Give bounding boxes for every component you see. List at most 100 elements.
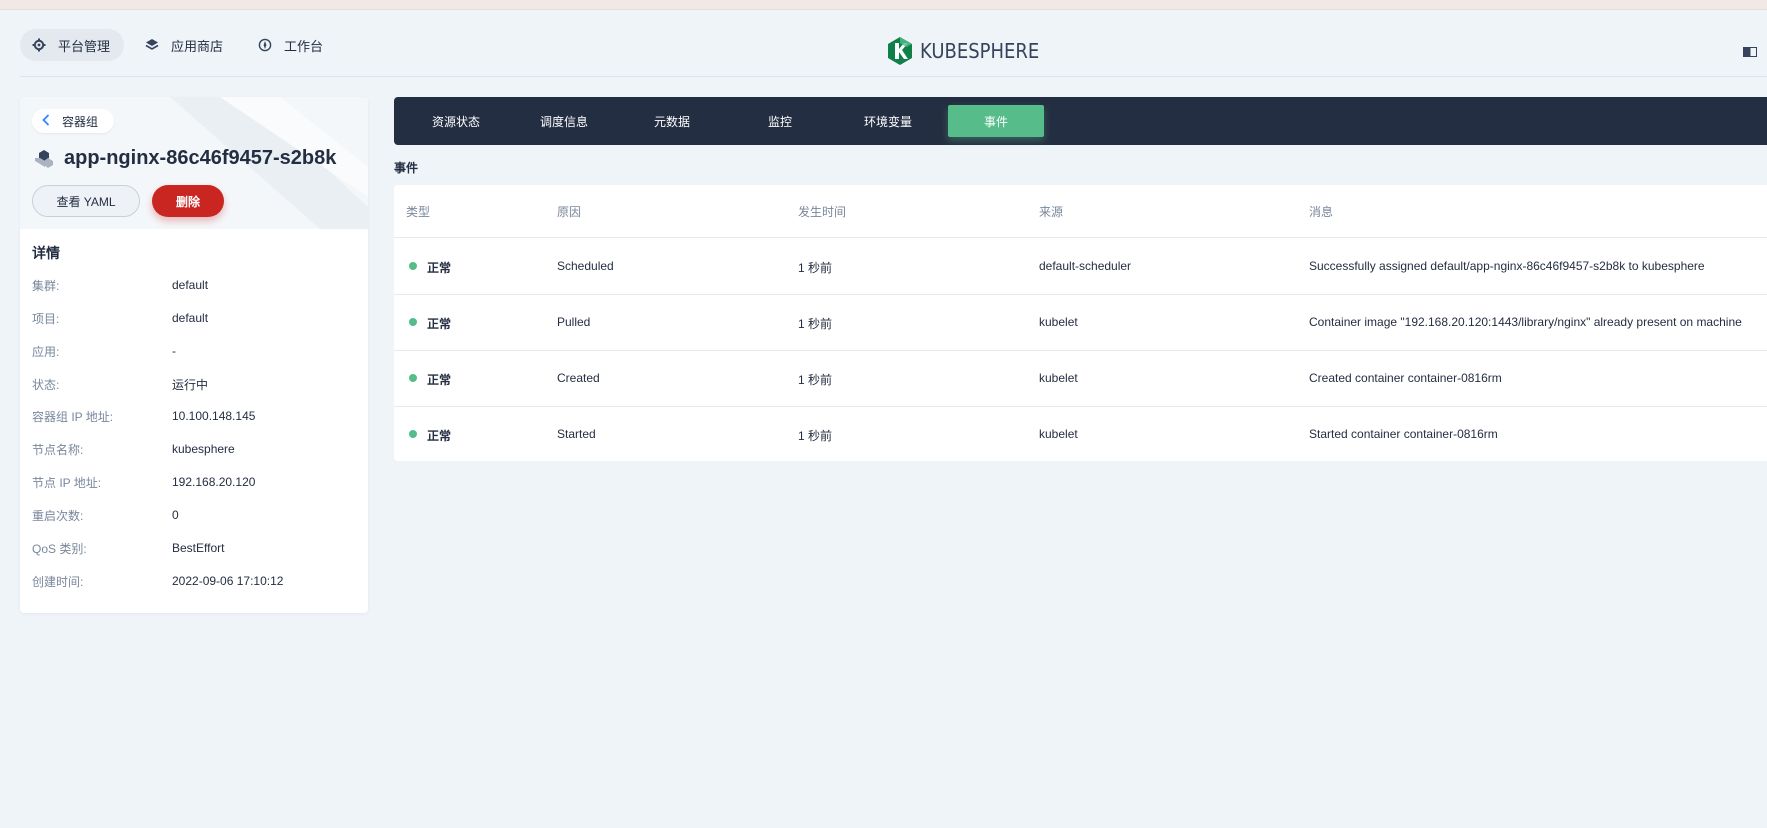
detail-label: 状态: — [32, 377, 60, 392]
table-row: 正常 Pulled 1 秒前 kubelet Container image "… — [394, 294, 1767, 351]
nav-workbench[interactable]: 工作台 — [246, 29, 337, 61]
event-type-label: 正常 — [427, 373, 452, 387]
event-message: Started container container-0816rm — [1309, 427, 1498, 441]
detail-value: 2022-09-06 17:10:12 — [172, 574, 284, 588]
detail-value: 10.100.148.145 — [172, 409, 256, 423]
event-time: 1 秒前 — [798, 429, 833, 443]
chevron-left-icon — [42, 113, 50, 129]
detail-label: 容器组 IP 地址: — [32, 409, 114, 424]
table-row: 正常 Scheduled 1 秒前 default-scheduler Succ… — [394, 238, 1767, 295]
detail-value: 0 — [172, 508, 179, 522]
delete-button[interactable]: 删除 — [152, 185, 224, 217]
pod-header: 容器组 app-nginx-86c46f9457-s2b8k 查看 YAML 删… — [20, 97, 368, 229]
status-dot-icon — [409, 317, 417, 326]
event-reason: Scheduled — [557, 259, 614, 273]
event-message: Container image "192.168.20.120:1443/lib… — [1309, 315, 1742, 329]
detail-label: QoS 类别: — [32, 541, 87, 556]
events-section-title: 事件 — [394, 161, 419, 175]
details-title: 详情 — [32, 245, 60, 261]
nav-workbench-label: 工作台 — [284, 38, 324, 54]
nav-divider — [20, 76, 1767, 77]
event-time: 1 秒前 — [798, 317, 833, 331]
detail-value: default — [172, 278, 209, 292]
nav-platform-management[interactable]: 平台管理 — [20, 29, 125, 61]
status-dot-icon — [409, 429, 417, 438]
detail-label: 节点名称: — [32, 442, 84, 457]
event-source: kubelet — [1039, 427, 1078, 441]
pod-icon — [35, 149, 53, 168]
detail-row-restarts: 重启次数: 0 — [32, 505, 352, 525]
gear-icon — [32, 38, 46, 52]
nav-app-store-label: 应用商店 — [171, 38, 224, 54]
detail-row-cluster: 集群: default — [32, 275, 352, 295]
table-row: 正常 Started 1 秒前 kubelet Started containe… — [394, 406, 1767, 462]
detail-label: 应用: — [32, 344, 60, 359]
back-label: 容器组 — [62, 114, 99, 129]
event-time: 1 秒前 — [798, 373, 833, 387]
detail-value: - — [172, 344, 176, 358]
event-time: 1 秒前 — [798, 261, 833, 275]
event-source: kubelet — [1039, 315, 1078, 329]
event-reason: Created — [557, 371, 600, 385]
event-type: 正常 — [409, 315, 451, 332]
panel-toggle-icon[interactable] — [1743, 44, 1757, 57]
event-type: 正常 — [409, 371, 451, 388]
pod-detail-card: 容器组 app-nginx-86c46f9457-s2b8k 查看 YAML 删… — [20, 97, 368, 613]
detail-value: default — [172, 311, 209, 325]
status-dot-icon — [409, 373, 417, 382]
detail-row-pod-ip: 容器组 IP 地址: 10.100.148.145 — [32, 406, 352, 426]
column-header-source: 来源 — [1039, 205, 1064, 219]
nav-platform-management-label: 平台管理 — [58, 38, 111, 54]
event-type: 正常 — [409, 427, 451, 444]
event-type-label: 正常 — [427, 317, 452, 331]
compass-icon — [258, 38, 272, 52]
column-header-time: 发生时间 — [798, 205, 847, 219]
event-type: 正常 — [409, 259, 451, 276]
kubesphere-logo-icon — [888, 37, 912, 65]
detail-value: BestEffort — [172, 541, 225, 555]
event-type-label: 正常 — [427, 429, 452, 443]
logo-text: KUBESPHERE — [920, 39, 1040, 63]
detail-row-application: 应用: - — [32, 341, 352, 361]
detail-value: 192.168.20.120 — [172, 475, 256, 489]
tab-environment-variables[interactable]: 环境变量 — [840, 105, 936, 137]
status-dot-icon — [409, 261, 417, 270]
tab-metadata[interactable]: 元数据 — [624, 105, 720, 137]
detail-label: 重启次数: — [32, 508, 84, 523]
event-reason: Started — [557, 427, 596, 441]
detail-tabs: 资源状态 调度信息 元数据 监控 环境变量 事件 — [394, 97, 1767, 145]
tab-events[interactable]: 事件 — [948, 105, 1044, 137]
events-table: 类型 原因 发生时间 来源 消息 正常 Scheduled 1 秒前 defau… — [394, 185, 1767, 461]
table-header: 类型 原因 发生时间 来源 消息 — [394, 185, 1767, 238]
back-to-pods-button[interactable]: 容器组 — [32, 109, 115, 133]
tab-scheduling-info[interactable]: 调度信息 — [516, 105, 612, 137]
detail-row-qos: QoS 类别: BestEffort — [32, 538, 352, 558]
detail-label: 集群: — [32, 278, 60, 293]
detail-row-node-name: 节点名称: kubesphere — [32, 439, 352, 459]
event-source: kubelet — [1039, 371, 1078, 385]
detail-value: kubesphere — [172, 442, 235, 456]
table-row: 正常 Created 1 秒前 kubelet Created containe… — [394, 350, 1767, 407]
column-header-reason: 原因 — [557, 205, 582, 219]
event-type-label: 正常 — [427, 261, 452, 275]
view-yaml-button[interactable]: 查看 YAML — [32, 185, 140, 217]
event-message: Successfully assigned default/app-nginx-… — [1309, 259, 1705, 273]
kubesphere-logo[interactable]: KUBESPHERE — [888, 37, 1053, 65]
detail-label: 创建时间: — [32, 574, 84, 589]
pod-name: app-nginx-86c46f9457-s2b8k — [64, 147, 337, 169]
detail-row-project: 项目: default — [32, 308, 352, 328]
top-navigation: 平台管理 应用商店 工作台 KUBESPHERE — [0, 9, 1767, 77]
detail-value: 运行中 — [172, 377, 209, 392]
event-message: Created container container-0816rm — [1309, 371, 1502, 385]
tab-resource-status[interactable]: 资源状态 — [408, 105, 504, 137]
event-source: default-scheduler — [1039, 259, 1132, 273]
detail-label: 项目: — [32, 311, 60, 326]
pod-title: app-nginx-86c46f9457-s2b8k — [34, 147, 336, 170]
column-header-type: 类型 — [406, 205, 431, 219]
event-reason: Pulled — [557, 315, 591, 329]
nav-app-store[interactable]: 应用商店 — [133, 29, 237, 61]
detail-label: 节点 IP 地址: — [32, 475, 102, 490]
detail-row-node-ip: 节点 IP 地址: 192.168.20.120 — [32, 472, 352, 492]
tab-monitoring[interactable]: 监控 — [732, 105, 828, 137]
column-header-message: 消息 — [1309, 205, 1334, 219]
